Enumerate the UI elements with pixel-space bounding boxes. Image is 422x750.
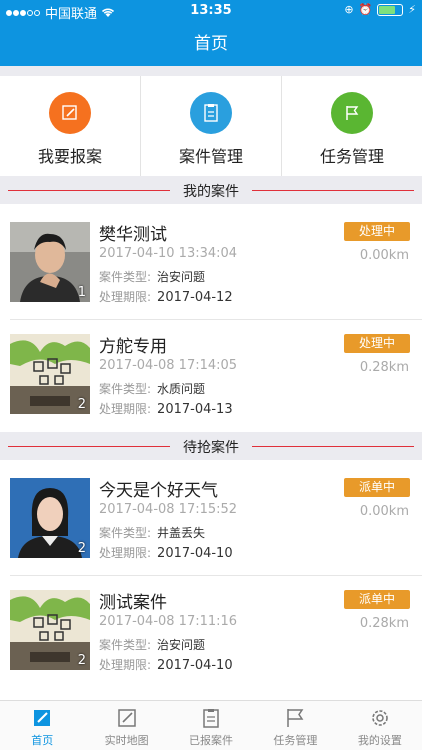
map-edit-icon bbox=[117, 709, 136, 727]
status-badge: 派单中 bbox=[344, 478, 410, 497]
case-type: 治安问题 bbox=[157, 638, 206, 652]
lock-rotation-icon: ⊕ bbox=[344, 3, 354, 16]
nav-bar: 首页 bbox=[0, 22, 422, 66]
case-management-label: 案件管理 bbox=[178, 147, 243, 166]
quick-actions: 我要报案 案件管理 任务管理 bbox=[0, 76, 422, 176]
report-case-label: 我要报案 bbox=[37, 147, 102, 166]
tab-bar: 首页 实时地图 已报案件 任务管理 我的设置 bbox=[0, 700, 422, 750]
case-name: 樊华测试 bbox=[99, 225, 167, 245]
tab-label: 已报案件 bbox=[189, 734, 234, 747]
case-photo: 1 bbox=[10, 222, 90, 302]
flag-icon bbox=[331, 92, 373, 134]
tab-label: 任务管理 bbox=[273, 734, 318, 747]
status-badge: 处理中 bbox=[344, 334, 410, 353]
tab-label: 首页 bbox=[31, 734, 54, 747]
case-distance: 0.28km bbox=[359, 616, 409, 631]
case-name: 今天是个好天气 bbox=[99, 481, 218, 501]
photo-count: 2 bbox=[77, 653, 86, 668]
status-badge: 派单中 bbox=[344, 590, 410, 609]
case-time: 2017-04-08 17:11:16 bbox=[99, 614, 238, 629]
alarm-icon: ⏰ bbox=[358, 3, 373, 16]
case-photo: 2 bbox=[10, 478, 90, 558]
case-management-button[interactable]: 案件管理 bbox=[141, 76, 282, 176]
case-type-label: 案件类型: bbox=[99, 382, 152, 396]
deadline-label: 处理期限: bbox=[99, 402, 152, 416]
page-title: 首页 bbox=[194, 34, 228, 54]
case-list-item[interactable]: 2 今天是个好天气 2017-04-08 17:15:52 案件类型: 井盖丢失 … bbox=[0, 464, 422, 576]
case-photo: 2 bbox=[10, 590, 90, 670]
clipboard-icon bbox=[190, 92, 232, 134]
case-type-label: 案件类型: bbox=[99, 638, 152, 652]
case-type: 井盖丢失 bbox=[157, 526, 206, 540]
section-header-my-cases: 我的案件 bbox=[0, 176, 422, 204]
deadline-label: 处理期限: bbox=[99, 290, 152, 304]
edit-icon bbox=[49, 92, 91, 134]
deadline-label: 处理期限: bbox=[99, 658, 152, 672]
status-bar: 中国联通 13:35 ⊕ ⏰ ⚡ bbox=[0, 0, 422, 22]
case-distance: 0.00km bbox=[359, 504, 409, 519]
tab-my-settings[interactable]: 我的设置 bbox=[338, 701, 422, 750]
flag-icon bbox=[287, 709, 304, 727]
task-management-label: 任务管理 bbox=[319, 147, 384, 166]
deadline-label: 处理期限: bbox=[99, 546, 152, 560]
home-edit-icon bbox=[34, 710, 51, 726]
case-name: 测试案件 bbox=[99, 593, 167, 613]
case-list-item[interactable]: 1 樊华测试 2017-04-10 13:34:04 案件类型: 治安问题 处理期… bbox=[0, 208, 422, 320]
tab-label: 我的设置 bbox=[357, 734, 402, 747]
tab-label: 实时地图 bbox=[104, 734, 149, 747]
status-badge: 处理中 bbox=[344, 222, 410, 241]
case-time: 2017-04-08 17:14:05 bbox=[99, 358, 238, 373]
charging-icon: ⚡ bbox=[408, 3, 416, 16]
tab-live-map[interactable]: 实时地图 bbox=[84, 701, 168, 750]
tab-reported-cases[interactable]: 已报案件 bbox=[169, 701, 253, 750]
report-case-button[interactable]: 我要报案 bbox=[0, 76, 141, 176]
case-photo: 2 bbox=[10, 334, 90, 414]
case-deadline: 2017-04-10 bbox=[157, 658, 233, 673]
case-type-label: 案件类型: bbox=[99, 270, 152, 284]
case-list-item[interactable]: 2 测试案件 2017-04-08 17:11:16 案件类型: 治安问题 处理期… bbox=[0, 576, 422, 688]
case-type-label: 案件类型: bbox=[99, 526, 152, 540]
battery-icon bbox=[377, 3, 404, 16]
photo-count: 2 bbox=[77, 541, 86, 556]
photo-count: 2 bbox=[77, 397, 86, 412]
case-deadline: 2017-04-13 bbox=[157, 402, 233, 417]
case-deadline: 2017-04-12 bbox=[157, 290, 233, 305]
tab-home[interactable]: 首页 bbox=[0, 701, 84, 750]
case-time: 2017-04-08 17:15:52 bbox=[99, 502, 238, 517]
gear-icon bbox=[372, 710, 388, 726]
case-time: 2017-04-10 13:34:04 bbox=[99, 246, 238, 261]
section-title: 我的案件 bbox=[183, 184, 239, 200]
case-type: 治安问题 bbox=[157, 270, 206, 284]
clipboard-icon bbox=[203, 709, 219, 728]
section-header-pending-cases: 待抢案件 bbox=[0, 432, 422, 460]
tab-task-management[interactable]: 任务管理 bbox=[253, 701, 337, 750]
case-list-item[interactable]: 2 方舵专用 2017-04-08 17:14:05 案件类型: 水质问题 处理期… bbox=[0, 320, 422, 432]
case-type: 水质问题 bbox=[157, 382, 206, 396]
photo-count: 1 bbox=[77, 285, 86, 300]
spacer bbox=[0, 66, 422, 76]
case-name: 方舵专用 bbox=[99, 337, 167, 357]
case-deadline: 2017-04-10 bbox=[157, 546, 233, 561]
section-title: 待抢案件 bbox=[183, 440, 239, 456]
case-distance: 0.00km bbox=[359, 248, 409, 263]
task-management-button[interactable]: 任务管理 bbox=[282, 76, 422, 176]
case-distance: 0.28km bbox=[359, 360, 409, 375]
